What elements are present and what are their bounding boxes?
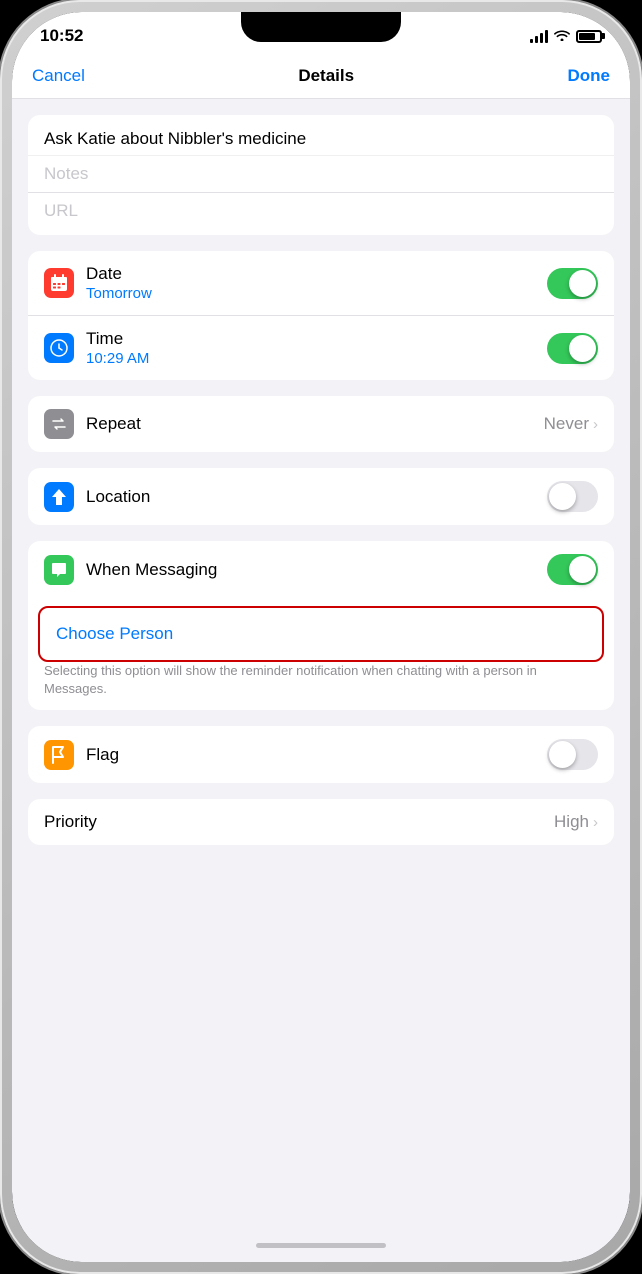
time-toggle-thumb xyxy=(569,335,596,362)
reminder-card: Ask Katie about Nibbler's medicine Notes… xyxy=(28,115,614,235)
flag-content: Flag xyxy=(86,745,547,765)
reminder-title[interactable]: Ask Katie about Nibbler's medicine xyxy=(28,115,614,155)
repeat-chevron-icon: › xyxy=(593,416,598,433)
flag-toggle-thumb xyxy=(549,741,576,768)
date-time-card: Date Tomorrow xyxy=(28,251,614,380)
status-time: 10:52 xyxy=(40,26,83,46)
date-value: Tomorrow xyxy=(86,285,547,302)
date-toggle-thumb xyxy=(569,270,596,297)
date-icon xyxy=(44,268,74,298)
time-content: Time 10:29 AM xyxy=(86,329,547,367)
repeat-content: Repeat xyxy=(86,414,544,434)
repeat-icon xyxy=(44,409,74,439)
time-row[interactable]: Time 10:29 AM xyxy=(28,315,614,380)
choose-person-helper: Selecting this option will show the remi… xyxy=(28,662,614,710)
content-area: Ask Katie about Nibbler's medicine Notes… xyxy=(12,99,630,1228)
status-icons xyxy=(530,28,602,44)
repeat-row[interactable]: Repeat Never › xyxy=(28,396,614,452)
priority-row[interactable]: Priority High › xyxy=(28,799,614,845)
nav-title: Details xyxy=(298,66,354,86)
messaging-toggle[interactable] xyxy=(547,554,598,585)
screen: 10:52 xyxy=(12,12,630,1262)
phone-frame: 10:52 xyxy=(0,0,642,1274)
messaging-icon xyxy=(44,555,74,585)
messaging-content: When Messaging xyxy=(86,560,547,580)
phone-inner: 10:52 xyxy=(12,12,630,1262)
date-label: Date xyxy=(86,264,547,284)
flag-icon xyxy=(44,740,74,770)
priority-content: Priority xyxy=(44,812,554,832)
flag-card: Flag xyxy=(28,726,614,783)
nav-bar: Cancel Details Done xyxy=(12,54,630,99)
done-button[interactable]: Done xyxy=(567,66,610,86)
time-label: Time xyxy=(86,329,547,349)
choose-person-row[interactable]: Choose Person xyxy=(38,606,604,662)
time-icon xyxy=(44,333,74,363)
choose-person-label[interactable]: Choose Person xyxy=(56,624,173,644)
location-label: Location xyxy=(86,487,547,507)
cancel-button[interactable]: Cancel xyxy=(32,66,85,86)
signal-bars-icon xyxy=(530,30,548,43)
reminder-url[interactable]: URL xyxy=(28,192,614,235)
priority-card: Priority High › xyxy=(28,799,614,845)
messaging-toggle-thumb xyxy=(569,556,596,583)
repeat-card: Repeat Never › xyxy=(28,396,614,452)
date-row[interactable]: Date Tomorrow xyxy=(28,251,614,315)
messaging-label: When Messaging xyxy=(86,560,547,580)
date-content: Date Tomorrow xyxy=(86,264,547,302)
location-row[interactable]: Location xyxy=(28,468,614,525)
wifi-icon xyxy=(554,28,570,44)
priority-value: High xyxy=(554,812,589,832)
battery-icon xyxy=(576,30,602,43)
when-messaging-row[interactable]: When Messaging xyxy=(28,541,614,598)
priority-label: Priority xyxy=(44,812,554,832)
time-value: 10:29 AM xyxy=(86,350,547,367)
location-toggle[interactable] xyxy=(547,481,598,512)
repeat-value: Never xyxy=(544,414,589,434)
flag-label: Flag xyxy=(86,745,547,765)
flag-row[interactable]: Flag xyxy=(28,726,614,783)
priority-chevron-icon: › xyxy=(593,814,598,831)
home-bar xyxy=(256,1243,386,1248)
messaging-card: When Messaging Choose Person Selecting t… xyxy=(28,541,614,710)
reminder-notes[interactable]: Notes xyxy=(28,155,614,192)
location-card: Location xyxy=(28,468,614,525)
location-icon xyxy=(44,482,74,512)
location-content: Location xyxy=(86,487,547,507)
flag-toggle[interactable] xyxy=(547,739,598,770)
time-toggle[interactable] xyxy=(547,333,598,364)
repeat-label: Repeat xyxy=(86,414,544,434)
location-toggle-thumb xyxy=(549,483,576,510)
date-toggle[interactable] xyxy=(547,268,598,299)
home-indicator xyxy=(12,1228,630,1262)
notch xyxy=(241,12,401,42)
